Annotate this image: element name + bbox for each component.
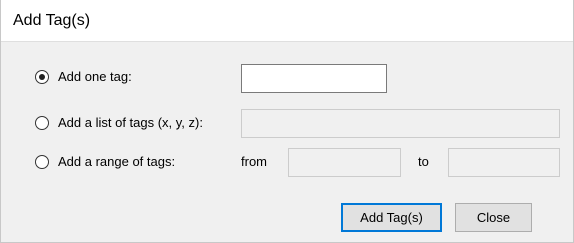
close-button[interactable]: Close [455, 203, 532, 232]
add-list-tags-radio[interactable] [35, 116, 49, 130]
one-tag-input[interactable] [242, 65, 386, 92]
range-to-input-box[interactable] [448, 148, 560, 177]
add-one-tag-radio[interactable] [35, 70, 49, 84]
dialog-title: Add Tag(s) [13, 12, 91, 29]
add-tags-dialog: Add Tag(s) Add one tag: Add a list of ta… [0, 0, 574, 243]
add-range-tags-label: Add a range of tags: [58, 154, 176, 169]
add-list-tags-option[interactable]: Add a list of tags (x, y, z): [35, 113, 203, 133]
range-to-input[interactable] [449, 149, 559, 176]
dialog-title-bar: Add Tag(s) [1, 0, 573, 42]
range-from-label: from [241, 154, 267, 169]
range-from-input-box[interactable] [288, 148, 401, 177]
add-one-tag-option[interactable]: Add one tag: [35, 67, 132, 87]
add-tags-button[interactable]: Add Tag(s) [341, 203, 442, 232]
add-range-tags-radio[interactable] [35, 155, 49, 169]
add-one-tag-label: Add one tag: [58, 69, 132, 84]
range-to-label: to [418, 154, 429, 169]
tag-list-input[interactable] [242, 110, 559, 137]
range-from-input[interactable] [289, 149, 400, 176]
tag-list-input-box[interactable] [241, 109, 560, 138]
one-tag-input-box[interactable] [241, 64, 387, 93]
add-list-tags-label: Add a list of tags (x, y, z): [58, 115, 203, 130]
add-range-tags-option[interactable]: Add a range of tags: [35, 152, 175, 172]
